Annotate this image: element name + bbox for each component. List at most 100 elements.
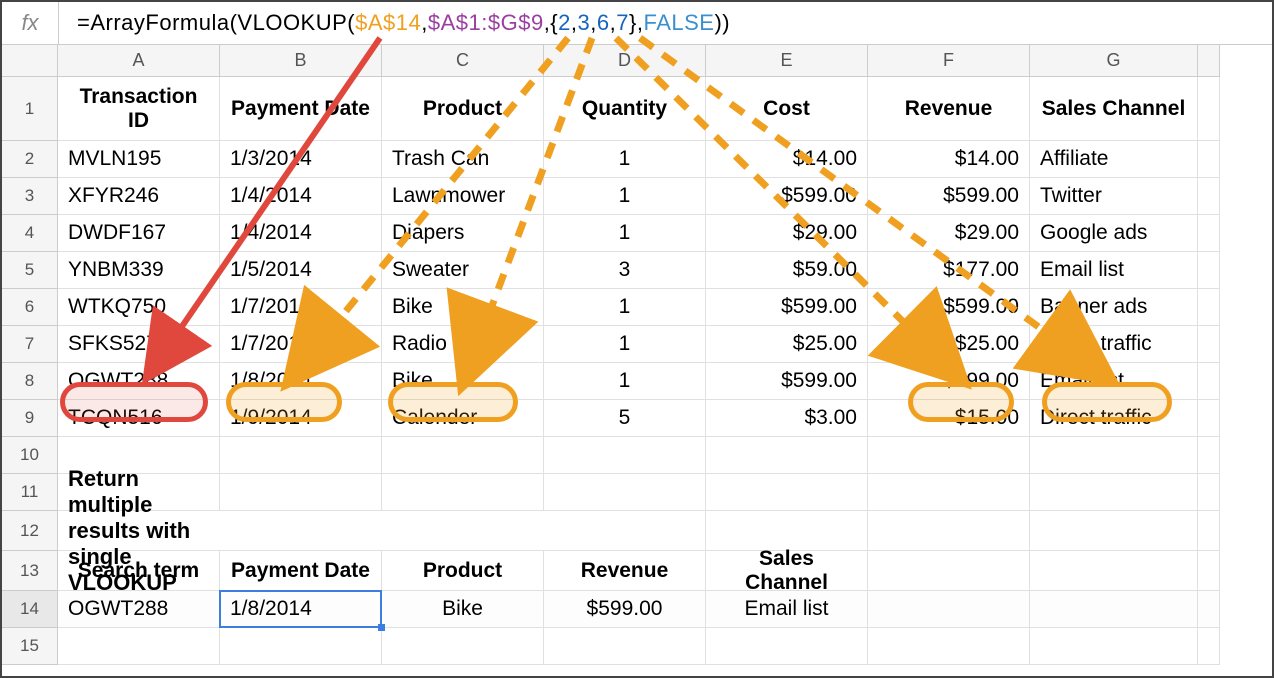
cell[interactable]: OGWT288 xyxy=(58,363,220,400)
cell[interactable]: $177.00 xyxy=(868,252,1030,289)
cell[interactable]: Direct traffic xyxy=(1030,326,1198,363)
cell[interactable]: Sweater xyxy=(382,252,544,289)
header-sales-channel[interactable]: Sales Channel xyxy=(1030,77,1198,141)
row-header-10[interactable]: 10 xyxy=(2,437,58,474)
header-transaction-id[interactable]: Transaction ID xyxy=(58,77,220,141)
cell[interactable]: $25.00 xyxy=(706,326,868,363)
cell[interactable]: $14.00 xyxy=(868,141,1030,178)
cell[interactable]: 1/7/2014 xyxy=(220,289,382,326)
cell[interactable]: SFKS527 xyxy=(58,326,220,363)
col-header-E[interactable]: E xyxy=(706,45,868,77)
row-header-11[interactable]: 11 xyxy=(2,474,58,511)
header-product[interactable]: Product xyxy=(382,77,544,141)
cell[interactable]: 1/3/2014 xyxy=(220,141,382,178)
row-header-1[interactable]: 1 xyxy=(2,77,58,141)
col-header-B[interactable]: B xyxy=(220,45,382,77)
cell[interactable]: 1/7/2014 xyxy=(220,326,382,363)
search-header-revenue[interactable]: Revenue xyxy=(544,551,706,591)
formula-input[interactable]: =ArrayFormula(VLOOKUP($A$14,$A$1:$G$9,{2… xyxy=(59,10,1272,36)
active-cell[interactable]: 1/8/2014 xyxy=(220,591,382,628)
cell[interactable]: 1 xyxy=(544,289,706,326)
row-header-2[interactable]: 2 xyxy=(2,141,58,178)
cell[interactable]: Lawnmower xyxy=(382,178,544,215)
cell[interactable]: Trash Can xyxy=(382,141,544,178)
result-revenue[interactable]: $599.00 xyxy=(544,591,706,628)
cell[interactable]: Affiliate xyxy=(1030,141,1198,178)
cell[interactable]: Bike xyxy=(382,363,544,400)
row-header-12[interactable]: 12 xyxy=(2,511,58,551)
cell[interactable]: 1 xyxy=(544,141,706,178)
col-header-D[interactable]: D xyxy=(544,45,706,77)
cell[interactable]: 1/9/2014 xyxy=(220,400,382,437)
cell[interactable]: 1 xyxy=(544,363,706,400)
search-term-value[interactable]: OGWT288 xyxy=(58,591,220,628)
row-header-15[interactable]: 15 xyxy=(2,628,58,665)
cell[interactable]: $29.00 xyxy=(706,215,868,252)
cell[interactable]: Email list xyxy=(1030,363,1198,400)
cell[interactable]: Twitter xyxy=(1030,178,1198,215)
cell[interactable]: $59.00 xyxy=(706,252,868,289)
cell[interactable]: $599.00 xyxy=(868,178,1030,215)
section-title[interactable]: Return multiple results with single VLOO… xyxy=(58,511,220,551)
cell[interactable]: Banner ads xyxy=(1030,289,1198,326)
row-header-8[interactable]: 8 xyxy=(2,363,58,400)
cell[interactable]: YNBM339 xyxy=(58,252,220,289)
cell[interactable]: Calender xyxy=(382,400,544,437)
cell[interactable]: $599.00 xyxy=(868,289,1030,326)
cell[interactable]: $599.00 xyxy=(706,363,868,400)
col-header-extra[interactable] xyxy=(1198,45,1220,77)
search-header-sales-channel[interactable]: Sales Channel xyxy=(706,551,868,591)
result-sales-channel[interactable]: Email list xyxy=(706,591,868,628)
cell[interactable]: $3.00 xyxy=(706,400,868,437)
row-header-9[interactable]: 9 xyxy=(2,400,58,437)
header-cost[interactable]: Cost xyxy=(706,77,868,141)
header-revenue[interactable]: Revenue xyxy=(868,77,1030,141)
cell[interactable]: Email list xyxy=(1030,252,1198,289)
cell[interactable]: DWDF167 xyxy=(58,215,220,252)
search-header-product[interactable]: Product xyxy=(382,551,544,591)
col-header-G[interactable]: G xyxy=(1030,45,1198,77)
cell[interactable]: Radio xyxy=(382,326,544,363)
result-product[interactable]: Bike xyxy=(382,591,544,628)
cell[interactable]: 1/4/2014 xyxy=(220,215,382,252)
search-header-term[interactable]: Search term xyxy=(58,551,220,591)
cell[interactable]: 1/5/2014 xyxy=(220,252,382,289)
col-header-F[interactable]: F xyxy=(868,45,1030,77)
cell[interactable]: Google ads xyxy=(1030,215,1198,252)
cell[interactable]: $599.00 xyxy=(868,363,1030,400)
header-payment-date[interactable]: Payment Date xyxy=(220,77,382,141)
select-all-corner[interactable] xyxy=(2,45,58,77)
cell[interactable]: 3 xyxy=(544,252,706,289)
row-header-6[interactable]: 6 xyxy=(2,289,58,326)
cell[interactable]: $14.00 xyxy=(706,141,868,178)
cell[interactable]: $599.00 xyxy=(706,178,868,215)
cell[interactable]: $15.00 xyxy=(868,400,1030,437)
cell[interactable]: 5 xyxy=(544,400,706,437)
cell[interactable]: 1/8/2014 xyxy=(220,363,382,400)
cell[interactable]: 1/4/2014 xyxy=(220,178,382,215)
spreadsheet-grid[interactable]: A B C D E F G 1 Transaction ID Payment D… xyxy=(2,45,1272,665)
row-header-7[interactable]: 7 xyxy=(2,326,58,363)
search-header-payment-date[interactable]: Payment Date xyxy=(220,551,382,591)
col-header-A[interactable]: A xyxy=(58,45,220,77)
row-header-3[interactable]: 3 xyxy=(2,178,58,215)
cell[interactable]: 1 xyxy=(544,178,706,215)
cell[interactable]: $25.00 xyxy=(868,326,1030,363)
header-quantity[interactable]: Quantity xyxy=(544,77,706,141)
cell[interactable]: MVLN195 xyxy=(58,141,220,178)
row-header-14[interactable]: 14 xyxy=(2,591,58,628)
cell[interactable]: WTKQ750 xyxy=(58,289,220,326)
col-header-C[interactable]: C xyxy=(382,45,544,77)
cell[interactable]: 1 xyxy=(544,215,706,252)
cell[interactable]: Bike xyxy=(382,289,544,326)
cell[interactable]: TCQN516 xyxy=(58,400,220,437)
cell[interactable]: 1 xyxy=(544,326,706,363)
row-header-4[interactable]: 4 xyxy=(2,215,58,252)
cell[interactable]: $29.00 xyxy=(868,215,1030,252)
row-header-5[interactable]: 5 xyxy=(2,252,58,289)
cell[interactable]: XFYR246 xyxy=(58,178,220,215)
cell[interactable]: Direct traffic xyxy=(1030,400,1198,437)
row-header-13[interactable]: 13 xyxy=(2,551,58,591)
cell[interactable]: Diapers xyxy=(382,215,544,252)
cell[interactable]: $599.00 xyxy=(706,289,868,326)
